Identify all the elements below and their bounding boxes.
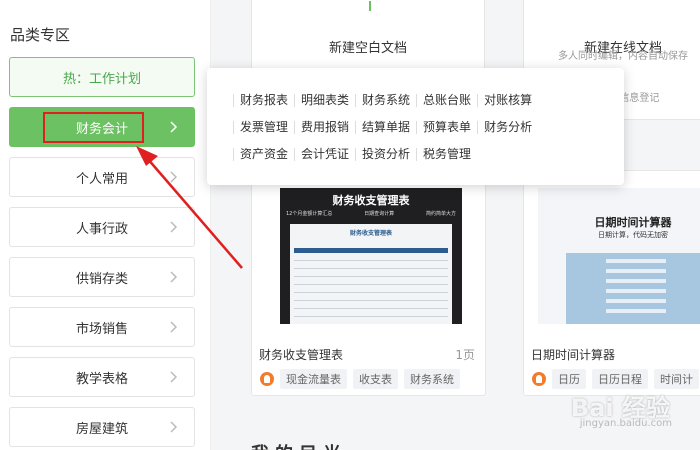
sheet-row — [294, 284, 448, 285]
sidebar-item-teaching[interactable]: 教学表格 — [9, 357, 195, 397]
template-tag[interactable]: 现金流量表 — [280, 369, 347, 389]
dropdown-row: 发票管理 费用报销 结算单据 预算表单 财务分析 — [233, 121, 538, 134]
dropdown-item[interactable]: 资产资金 — [233, 148, 294, 161]
chevron-right-icon — [170, 371, 178, 383]
chevron-right-icon — [170, 271, 178, 283]
chevron-right-icon — [170, 321, 178, 333]
plus-icon — [369, 1, 371, 11]
template-tags: 日历 日历日程 时间计 — [532, 369, 699, 389]
chevron-right-icon — [170, 221, 178, 233]
thumbnail-tag: 12个月金额计算汇总 — [286, 211, 333, 217]
dropdown-item[interactable]: 结算单据 — [355, 121, 416, 134]
template-card[interactable]: 日期时间计算器 日期计算，代码无加密 日期时间计算器 日历 日历日程 时间计 — [523, 170, 700, 396]
dropdown-item[interactable]: 税务管理 — [416, 148, 477, 161]
thumbnail-tags: 12个月金额计算汇总 日期查询计算 简约简单大方 — [286, 210, 456, 217]
panel-field — [606, 309, 666, 313]
sheet-row — [294, 308, 448, 309]
sheet-header-bar — [294, 248, 448, 253]
fire-icon — [532, 372, 546, 386]
thumbnail-calculator-panel — [566, 253, 700, 324]
dropdown-item[interactable]: 财务报表 — [233, 94, 294, 107]
template-name[interactable]: 日期时间计算器 — [531, 346, 615, 363]
chevron-right-icon — [170, 171, 178, 183]
dropdown-item[interactable]: 预算表单 — [416, 121, 477, 134]
template-card[interactable]: 财务收支管理表 12个月金额计算汇总 日期查询计算 简约简单大方 财务收支管理表… — [251, 170, 486, 396]
panel-field — [606, 269, 666, 273]
sidebar-item-label: 财务会计 — [75, 121, 128, 137]
thumbnail-tag: 简约简单大方 — [425, 211, 456, 217]
template-page-count: 1页 — [455, 348, 475, 362]
dropdown-item[interactable]: 对账核算 — [477, 94, 538, 107]
dropdown-item[interactable]: 财务分析 — [477, 121, 538, 134]
sidebar-item-label: 人事行政 — [75, 221, 128, 237]
dropdown-row: 财务报表 明细表类 财务系统 总账台账 对账核算 — [233, 94, 538, 107]
chevron-right-icon — [170, 121, 178, 133]
template-tag[interactable]: 时间计 — [654, 369, 699, 389]
template-tag[interactable]: 日历 — [552, 369, 586, 389]
template-tag[interactable]: 日历日程 — [592, 369, 648, 389]
sidebar-item-marketing[interactable]: 市场销售 — [9, 307, 195, 347]
panel-field — [606, 299, 666, 303]
panel-field — [606, 289, 666, 293]
sidebar-item-hr-admin[interactable]: 人事行政 — [9, 207, 195, 247]
sidebar-item-supply-inventory[interactable]: 供销存类 — [9, 257, 195, 297]
hot-category-button[interactable]: 热：工作计划 — [9, 57, 195, 97]
thumbnail-subtitle: 日期计算，代码无加密 — [598, 231, 668, 239]
dropdown-item[interactable]: 发票管理 — [233, 121, 294, 134]
chevron-right-icon — [170, 421, 178, 433]
watermark-url: jingyan.baidu.com — [579, 418, 672, 429]
panel-field — [606, 279, 666, 283]
new-online-doc-subtitle: 多人同时编辑，内容自动保存 — [558, 51, 688, 62]
template-tags: 现金流量表 收支表 财务系统 — [260, 369, 460, 389]
dropdown-item[interactable]: 财务系统 — [355, 94, 416, 107]
sheet-title: 财务收支管理表 — [349, 230, 392, 237]
fire-icon — [260, 372, 274, 386]
sidebar-item-label: 供销存类 — [75, 271, 128, 287]
dropdown-item[interactable]: 明细表类 — [294, 94, 355, 107]
new-blank-doc-title: 新建空白文档 — [328, 41, 407, 56]
template-tag[interactable]: 收支表 — [353, 369, 398, 389]
sidebar-item-construction[interactable]: 房屋建筑 — [9, 407, 195, 447]
sheet-row — [294, 268, 448, 269]
thumbnail-title: 财务收支管理表 — [332, 194, 410, 207]
sidebar-item-label: 房屋建筑 — [75, 421, 128, 437]
sidebar-item-label: 市场销售 — [75, 321, 128, 337]
sheet-row — [294, 292, 448, 293]
sidebar-item-personal[interactable]: 个人常用 — [9, 157, 195, 197]
dropdown-item[interactable]: 费用报销 — [294, 121, 355, 134]
thumbnail-title: 日期时间计算器 — [594, 216, 672, 229]
template-thumbnail: 日期时间计算器 日期计算，代码无加密 — [538, 188, 700, 324]
sidebar-title: 品类专区 — [10, 26, 71, 44]
dropdown-item[interactable]: 投资分析 — [355, 148, 416, 161]
section-heading: 我的目光 — [251, 440, 347, 450]
sidebar-item-label: 教学表格 — [75, 371, 128, 387]
template-thumbnail: 财务收支管理表 12个月金额计算汇总 日期查询计算 简约简单大方 财务收支管理表 — [280, 188, 462, 324]
thumbnail-spreadsheet: 财务收支管理表 — [290, 224, 452, 324]
category-sidebar: 品类专区 热：工作计划 财务会计 个人常用 人事行政 供销存类 市场销售 教学表… — [0, 0, 211, 450]
template-name[interactable]: 财务收支管理表 — [259, 346, 343, 363]
dropdown-row: 资产资金 会计凭证 投资分析 税务管理 — [233, 148, 477, 161]
sidebar-item-label: 个人常用 — [75, 171, 128, 187]
template-tag[interactable]: 财务系统 — [404, 369, 460, 389]
sheet-row — [294, 316, 448, 317]
dropdown-item[interactable]: 总账台账 — [416, 94, 477, 107]
thumbnail-tag: 日期查询计算 — [364, 211, 395, 217]
sheet-row — [294, 276, 448, 277]
sheet-row — [294, 260, 448, 261]
finance-subcategory-dropdown: 财务报表 明细表类 财务系统 总账台账 对账核算 发票管理 费用报销 结算单据 … — [207, 68, 624, 185]
panel-field — [606, 259, 666, 263]
sheet-row — [294, 300, 448, 301]
dropdown-item[interactable]: 会计凭证 — [294, 148, 355, 161]
sidebar-item-finance[interactable]: 财务会计 — [9, 107, 195, 147]
